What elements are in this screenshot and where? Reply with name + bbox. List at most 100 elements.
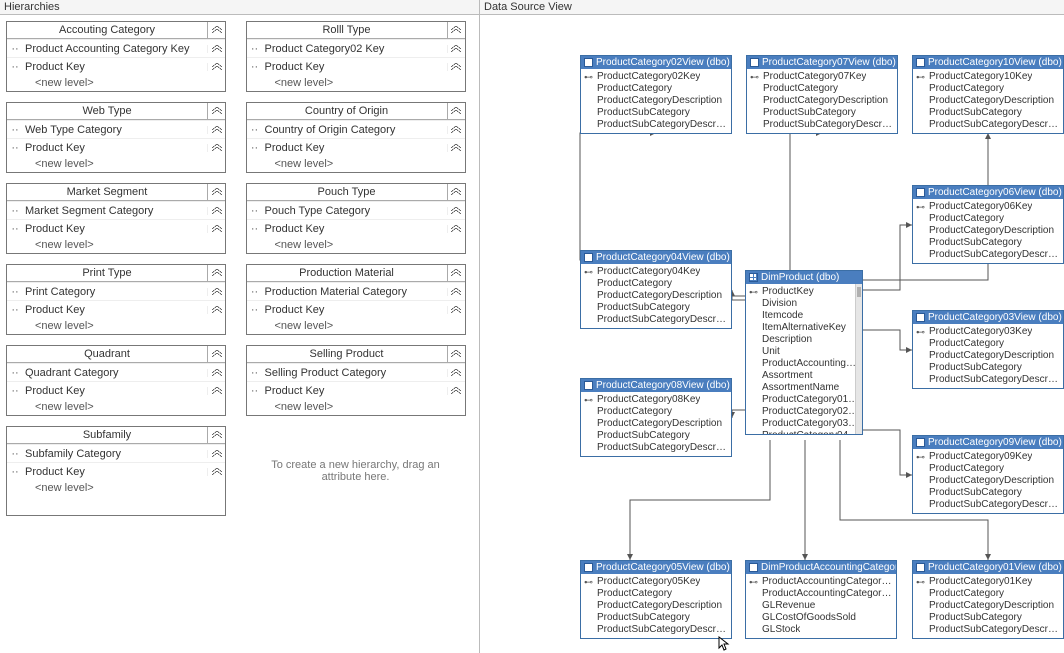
entity-column[interactable]: ProductCategoryDescription — [916, 95, 1060, 107]
entity-column[interactable]: ProductCategoryDescription — [916, 600, 1060, 612]
entity-column[interactable]: ⊷ProductCategory08Key — [584, 394, 728, 406]
hierarchy-level-row[interactable]: ··Product Key — [7, 300, 225, 318]
chevron-down-icon[interactable] — [207, 22, 225, 38]
entity-column[interactable]: ProductCategoryDescription — [584, 600, 728, 612]
chevron-down-icon[interactable] — [207, 103, 225, 119]
entity-column[interactable]: ProductCategory — [916, 338, 1060, 350]
chevron-down-icon[interactable] — [447, 63, 465, 71]
hierarchy-card[interactable]: Production Material··Production Material… — [246, 264, 466, 335]
entity-header[interactable]: ProductCategory10View (dbo) — [913, 56, 1063, 69]
entity-header[interactable]: ProductCategory08View (dbo) — [581, 379, 731, 392]
chevron-down-icon[interactable] — [447, 126, 465, 134]
entity-column[interactable]: ProductCategoryDescription — [916, 225, 1060, 237]
entity-column[interactable]: ⊷ProductCategory09Key — [916, 451, 1060, 463]
new-level-placeholder[interactable]: <new level> — [7, 399, 225, 415]
entity-column[interactable]: ProductSubCategory — [916, 612, 1060, 624]
hierarchy-level-row[interactable]: ··Quadrant Category — [7, 363, 225, 381]
entity-table[interactable]: DimProduct (dbo)⊷ProductKeyDivisionItemc… — [745, 270, 863, 435]
hierarchy-level-row[interactable]: ··Product Accounting Category Key — [7, 39, 225, 57]
dsv-canvas[interactable]: ProductCategory02View (dbo) ⊷ProductCateg… — [480, 0, 1064, 653]
entity-column[interactable]: ProductCategory — [584, 406, 728, 418]
hierarchy-card[interactable]: Market Segment··Market Segment Category·… — [6, 183, 226, 254]
hierarchy-level-row[interactable]: ··Product Key — [247, 219, 465, 237]
hierarchy-level-row[interactable]: ··Product Key — [247, 381, 465, 399]
new-level-placeholder[interactable]: <new level> — [247, 156, 465, 172]
entity-column[interactable]: ProductCategory — [750, 83, 894, 95]
chevron-down-icon[interactable] — [447, 22, 465, 38]
entity-view[interactable]: ProductCategory10View (dbo) ⊷ProductCateg… — [912, 55, 1064, 134]
hierarchy-level-row[interactable]: ··Product Category02 Key — [247, 39, 465, 57]
hierarchy-level-row[interactable]: ··Print Category — [7, 282, 225, 300]
entity-header[interactable]: ProductCategory03View (dbo) — [913, 311, 1063, 324]
chevron-down-icon[interactable] — [207, 184, 225, 200]
new-level-placeholder[interactable]: <new level> — [247, 399, 465, 415]
entity-column[interactable]: ProductSubCategoryDescription — [750, 119, 894, 131]
hierarchy-level-row[interactable]: ··Selling Product Category — [247, 363, 465, 381]
chevron-down-icon[interactable] — [207, 288, 225, 296]
chevron-down-icon[interactable] — [207, 144, 225, 152]
entity-header[interactable]: ProductCategory04View (dbo) — [581, 251, 731, 264]
entity-column[interactable]: ProductCategory — [916, 213, 1060, 225]
hierarchy-level-row[interactable]: ··Product Key — [7, 57, 225, 75]
entity-view[interactable]: ProductCategory07View (dbo)⊷ProductCateg… — [746, 55, 898, 134]
new-level-placeholder[interactable]: <new level> — [7, 75, 225, 91]
entity-column[interactable]: ProductCategory — [916, 588, 1060, 600]
hierarchy-level-row[interactable]: ··Subfamily Category — [7, 444, 225, 462]
entity-column[interactable]: Description — [749, 334, 859, 346]
chevron-down-icon[interactable] — [447, 103, 465, 119]
entity-view[interactable]: ProductCategory04View (dbo)⊷ProductCateg… — [580, 250, 732, 329]
entity-column[interactable]: Itemcode — [749, 310, 859, 322]
entity-view[interactable]: ProductCategory08View (dbo) ⊷ProductCateg… — [580, 378, 732, 457]
new-level-placeholder[interactable]: <new level> — [247, 75, 465, 91]
entity-column[interactable]: ProductCategory01Key — [749, 394, 859, 406]
entity-column[interactable]: ⊷ProductAccountingCategoryKey — [749, 576, 893, 588]
entity-view[interactable]: ProductCategory03View (dbo)⊷ProductCateg… — [912, 310, 1064, 389]
chevron-down-icon[interactable] — [207, 126, 225, 134]
entity-header[interactable]: DimProductAccountingCategory... — [746, 561, 896, 574]
entity-column[interactable]: ProductAccountingCategoryName — [749, 588, 893, 600]
hierarchy-level-row[interactable]: ··Production Material Category — [247, 282, 465, 300]
chevron-down-icon[interactable] — [207, 265, 225, 281]
entity-column[interactable]: ProductCategory — [916, 463, 1060, 475]
chevron-down-icon[interactable] — [207, 225, 225, 233]
entity-column[interactable]: ProductCategory03Key — [749, 418, 859, 430]
chevron-down-icon[interactable] — [447, 225, 465, 233]
chevron-down-icon[interactable] — [207, 450, 225, 458]
hierarchy-level-row[interactable]: ··Pouch Type Category — [247, 201, 465, 219]
hierarchy-level-row[interactable]: ··Product Key — [7, 462, 225, 480]
new-level-placeholder[interactable]: <new level> — [7, 156, 225, 172]
chevron-down-icon[interactable] — [447, 387, 465, 395]
entity-column[interactable]: ⊷ProductCategory06Key — [916, 201, 1060, 213]
new-level-placeholder[interactable]: <new level> — [247, 318, 465, 334]
entity-column[interactable]: ProductSubCategory — [584, 107, 728, 119]
entity-column[interactable]: ProductCategory — [916, 83, 1060, 95]
entity-column[interactable]: ProductAccountingCategor... — [749, 358, 859, 370]
entity-column[interactable]: ProductCategory04Key — [749, 430, 859, 434]
entity-column[interactable]: ProductSubCategoryDescription — [584, 314, 728, 326]
entity-column[interactable]: ProductCategoryDescription — [584, 418, 728, 430]
entity-column[interactable]: ItemAlternativeKey — [749, 322, 859, 334]
entity-view[interactable]: ProductCategory01View (dbo)⊷ProductCateg… — [912, 560, 1064, 639]
hierarchy-card[interactable]: Country of Origin··Country of Origin Cat… — [246, 102, 466, 173]
hierarchy-level-row[interactable]: ··Market Segment Category — [7, 201, 225, 219]
chevron-down-icon[interactable] — [447, 144, 465, 152]
hierarchy-level-row[interactable]: ··Web Type Category — [7, 120, 225, 138]
entity-column[interactable]: ProductSubCategory — [916, 487, 1060, 499]
chevron-down-icon[interactable] — [447, 288, 465, 296]
hierarchy-level-row[interactable]: ··Product Key — [247, 138, 465, 156]
new-level-placeholder[interactable]: <new level> — [7, 480, 225, 496]
entity-header[interactable]: ProductCategory02View (dbo) — [581, 56, 731, 69]
entity-header[interactable]: ProductCategory01View (dbo) — [913, 561, 1063, 574]
entity-column[interactable]: ⊷ProductCategory10Key — [916, 71, 1060, 83]
chevron-down-icon[interactable] — [207, 427, 225, 443]
entity-column[interactable]: GLCostOfGoodsSold — [749, 612, 893, 624]
hierarchy-level-row[interactable]: ··Product Key — [247, 300, 465, 318]
hierarchy-card[interactable]: Rolll Type··Product Category02 Key··Prod… — [246, 21, 466, 92]
entity-column[interactable]: ProductSubCategory — [916, 107, 1060, 119]
entity-column[interactable]: ProductSubCategory — [916, 237, 1060, 249]
entity-column[interactable]: Assortment — [749, 370, 859, 382]
chevron-down-icon[interactable] — [207, 346, 225, 362]
chevron-down-icon[interactable] — [447, 265, 465, 281]
entity-column[interactable]: ProductCategoryDescription — [750, 95, 894, 107]
entity-column[interactable]: ProductCategory — [584, 278, 728, 290]
